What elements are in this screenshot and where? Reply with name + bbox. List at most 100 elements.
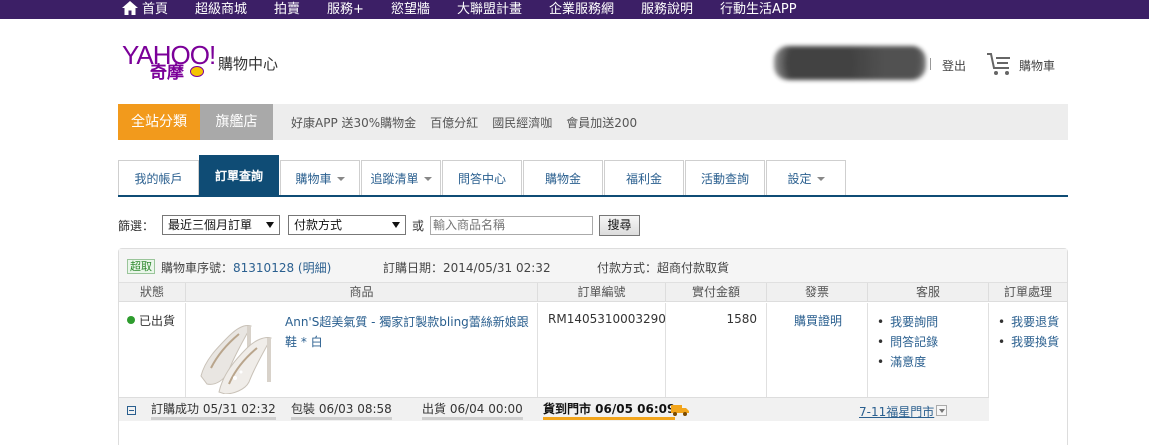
truck-icon	[671, 405, 689, 416]
promo-link-app[interactable]: 好康APP 送30%購物金	[291, 114, 416, 131]
col-order-no: 訂單編號	[538, 283, 666, 302]
tab-shopping-credit[interactable]: 購物金	[523, 160, 603, 196]
tab-label: 我的帳戶	[134, 172, 183, 186]
product-image[interactable]	[195, 308, 277, 394]
tab-event-query[interactable]: 活動查詢	[685, 160, 765, 196]
product-search-input[interactable]	[430, 215, 594, 235]
top-nav-mall[interactable]: 超級商城	[195, 0, 247, 19]
home-icon	[122, 1, 138, 15]
exchange-link[interactable]: 我要換貨	[998, 332, 1059, 352]
filter-label: 篩選：	[118, 218, 155, 233]
tab-label: 活動查詢	[700, 172, 749, 186]
pickup-store-link[interactable]: 7-11福星門市	[859, 403, 934, 420]
top-nav-league[interactable]: 大聯盟計畫	[457, 0, 522, 19]
period-select-value: 最近三個月訂單	[168, 218, 253, 232]
all-categories-button[interactable]: 全站分類	[118, 104, 200, 140]
order-card: 超取 購物車序號：81310128 (明細) 訂購日期：2014/05/31 0…	[118, 248, 1068, 445]
cart-number-value: 81310128	[233, 261, 295, 275]
promo-link-member[interactable]: 會員加送200	[566, 114, 637, 131]
promo-link-economy[interactable]: 國民經濟咖	[492, 114, 552, 131]
chevron-down-icon	[423, 177, 432, 181]
tab-label: 訂單查詢	[214, 169, 263, 183]
order-number: RM1405310003290	[548, 312, 666, 326]
dropdown-arrow-icon	[266, 222, 275, 228]
dropdown-arrow-icon	[392, 222, 401, 228]
cart-number: 購物車序號：81310128 (明細)	[161, 259, 331, 276]
tab-underline	[118, 195, 1068, 197]
yahoo-kimo-logo[interactable]: YAHOO! 奇摩	[122, 42, 216, 82]
cart-link[interactable]: 購物車	[1019, 57, 1055, 74]
top-nav-mobile-app[interactable]: 行動生活APP	[720, 0, 797, 19]
product-name-link[interactable]: Ann'S超美氣質 - 獨家訂製款bling蕾絲新娘跟鞋 * 白	[285, 312, 529, 352]
tab-label: 購物金	[544, 172, 581, 186]
col-amount: 實付金額	[666, 283, 767, 302]
col-product: 商品	[186, 283, 538, 302]
col-status: 狀態	[119, 283, 186, 302]
tab-label: 購物車	[295, 172, 332, 186]
promo-links: 好康APP 送30%購物金 百億分紅 國民經濟咖 會員加送200	[291, 104, 651, 140]
top-nav-business[interactable]: 企業服務網	[549, 0, 614, 19]
cart-icon[interactable]	[986, 51, 1014, 77]
payment-method: 付款方式：超商付款取貨	[597, 259, 729, 276]
col-service: 客服	[868, 283, 989, 302]
username-redacted	[774, 46, 926, 80]
tab-cart[interactable]: 購物車	[280, 160, 360, 196]
logo-kimo-text: 奇摩	[150, 63, 184, 83]
tab-qa-center[interactable]: 問答中心	[442, 160, 522, 196]
satisfaction-link[interactable]: 滿意度	[877, 352, 938, 372]
order-date: 訂購日期：2014/05/31 02:32	[383, 259, 551, 276]
step-arrived-store: 貨到門市 06/05 06:09	[543, 402, 676, 420]
tab-order-query[interactable]: 訂單查詢	[199, 155, 279, 196]
top-nav-help[interactable]: 服務說明	[641, 0, 693, 19]
logo-dot-icon	[190, 66, 204, 77]
top-nav-service-plus[interactable]: 服務+	[327, 0, 364, 19]
or-label: 或	[412, 218, 425, 233]
qa-history-link[interactable]: 問答記錄	[877, 332, 938, 352]
col-invoice: 發票	[767, 283, 868, 302]
order-detail-link[interactable]: (明細)	[298, 261, 331, 275]
tab-watchlist[interactable]: 追蹤清單	[361, 160, 441, 196]
tab-settings[interactable]: 設定	[766, 160, 846, 196]
cart-number-label: 購物車序號：	[161, 261, 234, 275]
order-date-value: 2014/05/31 02:32	[443, 261, 551, 275]
purchase-proof-link[interactable]: 購買證明	[794, 312, 842, 329]
service-links: 我要詢問 問答記錄 滿意度	[877, 312, 938, 372]
paid-amount: 1580	[726, 312, 757, 326]
tab-label: 設定	[787, 172, 812, 186]
tab-label: 追蹤清單	[370, 172, 419, 186]
store-dropdown-icon[interactable]	[936, 405, 947, 416]
period-select[interactable]: 最近三個月訂單	[162, 215, 281, 235]
search-button[interactable]: 搜尋	[599, 214, 641, 236]
return-link[interactable]: 我要退貨	[998, 312, 1059, 332]
order-filter: 篩選： 最近三個月訂單 付款方式 或 搜尋	[118, 214, 641, 236]
tab-welfare-credit[interactable]: 福利金	[604, 160, 684, 196]
collapse-icon[interactable]	[127, 406, 136, 415]
tab-label: 問答中心	[457, 172, 506, 186]
header-divider	[930, 58, 931, 70]
logout-link[interactable]: 登出	[942, 57, 966, 74]
step-shipped: 出貨 06/04 00:00	[422, 402, 523, 420]
flagship-store-button[interactable]: 旗艦店	[200, 104, 273, 140]
shipping-progress: 訂購成功 05/31 02:32 包裝 06/03 08:58 出貨 06/04…	[119, 397, 989, 421]
status-dot-icon	[127, 316, 135, 324]
ask-question-link[interactable]: 我要詢問	[877, 312, 938, 332]
status-text: 已出貨	[139, 314, 176, 328]
tab-label: 福利金	[625, 172, 662, 186]
top-nav-wishwall[interactable]: 慾望牆	[391, 0, 430, 19]
site-title[interactable]: 購物中心	[218, 53, 278, 74]
payment-method-value: 超商付款取貨	[657, 261, 730, 275]
step-packed: 包裝 06/03 08:58	[291, 402, 392, 420]
tab-my-account[interactable]: 我的帳戶	[118, 160, 199, 196]
order-table-header: 狀態 商品 訂單編號 實付金額 發票 客服 訂單處理	[119, 283, 1067, 302]
top-nav-home-label: 首頁	[142, 2, 169, 17]
order-action-links: 我要退貨 我要換貨	[998, 312, 1059, 352]
category-bar: 全站分類 旗艦店 好康APP 送30%購物金 百億分紅 國民經濟咖 會員加送20…	[118, 104, 1068, 140]
step-ordered: 訂購成功 05/31 02:32	[151, 402, 276, 420]
payment-select[interactable]: 付款方式	[288, 215, 407, 235]
top-nav-home[interactable]: 首頁	[122, 0, 168, 19]
order-header: 超取 購物車序號：81310128 (明細) 訂購日期：2014/05/31 0…	[119, 249, 1067, 283]
top-nav-auction[interactable]: 拍賣	[274, 0, 300, 19]
promo-link-bonus[interactable]: 百億分紅	[430, 114, 478, 131]
chevron-down-icon	[336, 177, 345, 181]
top-nav-bar: 首頁 超級商城 拍賣 服務+ 慾望牆 大聯盟計畫 企業服務網 服務說明 行動生活…	[0, 0, 1149, 19]
